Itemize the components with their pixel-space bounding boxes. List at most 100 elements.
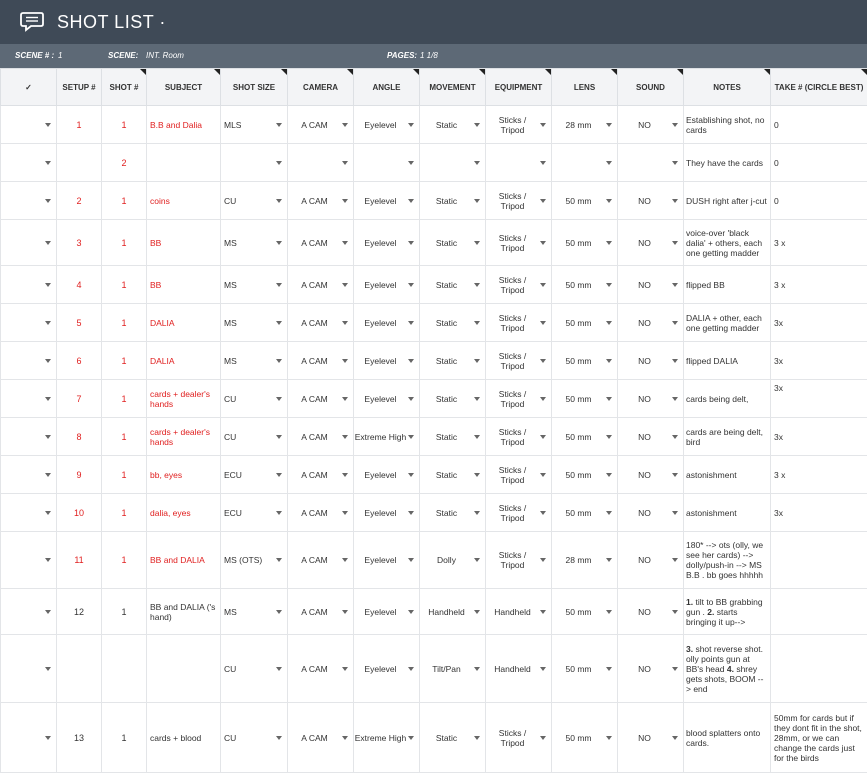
chevron-down-icon[interactable] bbox=[45, 735, 51, 740]
chevron-down-icon[interactable] bbox=[540, 558, 546, 562]
movement-dropdown[interactable]: Static bbox=[421, 432, 485, 442]
column-resize-marker-icon[interactable] bbox=[611, 69, 617, 75]
camera-dropdown[interactable]: A CAM bbox=[289, 664, 353, 674]
angle-dropdown[interactable]: Eyelevel bbox=[355, 508, 419, 518]
movement-cell[interactable]: Tilt/Pan bbox=[419, 634, 486, 703]
column-header-subject[interactable]: SUBJECT bbox=[146, 68, 221, 106]
equipment-dropdown[interactable]: Sticks / Tripod bbox=[487, 465, 551, 485]
movement-cell[interactable]: Static bbox=[419, 265, 486, 304]
camera-dropdown[interactable]: A CAM bbox=[289, 238, 353, 248]
equipment-dropdown[interactable]: Sticks / Tripod bbox=[487, 550, 551, 570]
shot-cell[interactable]: 2 bbox=[101, 143, 147, 182]
camera-dropdown[interactable]: A CAM bbox=[289, 356, 353, 366]
column-header-notes[interactable]: NOTES bbox=[683, 68, 771, 106]
chevron-down-icon[interactable] bbox=[606, 558, 612, 562]
angle-cell[interactable]: Eyelevel bbox=[353, 265, 420, 304]
lens-dropdown[interactable]: 50 mm bbox=[553, 238, 617, 248]
chevron-down-icon[interactable] bbox=[540, 434, 546, 439]
notes-cell[interactable]: 1. tilt to BB grabbing gun . 2. starts b… bbox=[683, 588, 771, 635]
angle-dropdown[interactable]: Eyelevel bbox=[355, 238, 419, 248]
subject-cell[interactable]: DALIA bbox=[146, 303, 221, 342]
angle-cell[interactable]: Eyelevel bbox=[353, 219, 420, 266]
lens-cell[interactable]: 28 mm bbox=[551, 531, 618, 589]
chevron-down-icon[interactable] bbox=[672, 558, 678, 562]
chevron-down-icon[interactable] bbox=[45, 434, 51, 439]
chevron-down-icon[interactable] bbox=[276, 666, 282, 671]
notes-cell[interactable]: cards being delt, bbox=[683, 379, 771, 418]
lens-dropdown[interactable]: 50 mm bbox=[553, 280, 617, 290]
lens-dropdown[interactable]: 50 mm bbox=[553, 318, 617, 328]
shot-size-cell[interactable]: CU bbox=[220, 379, 288, 418]
take-cell[interactable] bbox=[770, 634, 867, 703]
movement-cell[interactable]: Static bbox=[419, 417, 486, 456]
camera-dropdown[interactable]: A CAM bbox=[289, 196, 353, 206]
chevron-down-icon[interactable] bbox=[474, 396, 480, 401]
setup-cell[interactable]: 10 bbox=[56, 493, 102, 532]
sound-dropdown[interactable]: NO bbox=[619, 280, 683, 290]
camera-cell[interactable]: A CAM bbox=[287, 219, 354, 266]
chevron-down-icon[interactable] bbox=[672, 198, 678, 203]
shot-size-cell[interactable]: MS bbox=[220, 303, 288, 342]
check-cell[interactable] bbox=[0, 531, 57, 589]
movement-cell[interactable]: Static bbox=[419, 493, 486, 532]
lens-cell[interactable]: 50 mm bbox=[551, 702, 618, 773]
setup-cell[interactable]: 13 bbox=[56, 702, 102, 773]
chevron-down-icon[interactable] bbox=[45, 198, 51, 203]
shot-size-dropdown[interactable]: MS bbox=[222, 356, 287, 366]
subject-cell[interactable]: bb, eyes bbox=[146, 455, 221, 494]
chevron-down-icon[interactable] bbox=[408, 282, 414, 287]
movement-dropdown[interactable]: Dolly bbox=[421, 555, 485, 565]
chevron-down-icon[interactable] bbox=[672, 396, 678, 401]
shot-cell[interactable]: 1 bbox=[101, 531, 147, 589]
equipment-cell[interactable]: Handheld bbox=[485, 588, 552, 635]
chevron-down-icon[interactable] bbox=[606, 510, 612, 515]
column-header-shot[interactable]: SHOT # bbox=[101, 68, 147, 106]
shot-cell[interactable]: 1 bbox=[101, 341, 147, 380]
column-header-shot-size[interactable]: SHOT SIZE bbox=[220, 68, 288, 106]
chevron-down-icon[interactable] bbox=[672, 282, 678, 287]
lens-cell[interactable]: 50 mm bbox=[551, 417, 618, 456]
take-cell[interactable]: 3x bbox=[770, 379, 867, 418]
shot-size-dropdown[interactable]: CU bbox=[222, 432, 287, 442]
shot-size-cell[interactable]: MLS bbox=[220, 105, 288, 144]
chevron-down-icon[interactable] bbox=[672, 666, 678, 671]
angle-cell[interactable]: Eyelevel bbox=[353, 634, 420, 703]
check-cell[interactable] bbox=[0, 143, 57, 182]
chevron-down-icon[interactable] bbox=[276, 198, 282, 203]
chevron-down-icon[interactable] bbox=[606, 666, 612, 671]
column-resize-marker-icon[interactable] bbox=[281, 69, 287, 75]
column-header-camera[interactable]: CAMERA bbox=[287, 68, 354, 106]
sound-dropdown[interactable]: NO bbox=[619, 356, 683, 366]
angle-cell[interactable]: Eyelevel bbox=[353, 531, 420, 589]
shot-size-dropdown[interactable]: MS bbox=[222, 607, 287, 617]
chevron-down-icon[interactable] bbox=[342, 434, 348, 439]
sound-cell[interactable]: NO bbox=[617, 265, 684, 304]
lens-dropdown[interactable]: 50 mm bbox=[553, 664, 617, 674]
check-cell[interactable] bbox=[0, 105, 57, 144]
take-cell[interactable]: 3x bbox=[770, 303, 867, 342]
chevron-down-icon[interactable] bbox=[408, 434, 414, 439]
chevron-down-icon[interactable] bbox=[408, 160, 414, 165]
check-cell[interactable] bbox=[0, 379, 57, 418]
lens-cell[interactable]: 50 mm bbox=[551, 634, 618, 703]
sound-cell[interactable]: NO bbox=[617, 105, 684, 144]
camera-cell[interactable]: A CAM bbox=[287, 634, 354, 703]
chevron-down-icon[interactable] bbox=[408, 358, 414, 363]
chevron-down-icon[interactable] bbox=[474, 609, 480, 614]
subject-cell[interactable]: BB and DALIA ('s hand) bbox=[146, 588, 221, 635]
movement-dropdown[interactable]: Static bbox=[421, 120, 485, 130]
chevron-down-icon[interactable] bbox=[474, 160, 480, 165]
angle-dropdown[interactable]: Eyelevel bbox=[355, 394, 419, 404]
chevron-down-icon[interactable] bbox=[342, 558, 348, 562]
column-resize-marker-icon[interactable] bbox=[140, 69, 146, 75]
column-resize-marker-icon[interactable] bbox=[214, 69, 220, 75]
sound-dropdown[interactable]: NO bbox=[619, 664, 683, 674]
column-header-check[interactable]: ✓ bbox=[0, 68, 57, 106]
movement-dropdown[interactable]: Tilt/Pan bbox=[421, 664, 485, 674]
sound-cell[interactable]: NO bbox=[617, 634, 684, 703]
equipment-dropdown[interactable]: Sticks / Tripod bbox=[487, 351, 551, 371]
shot-size-dropdown[interactable]: ECU bbox=[222, 470, 287, 480]
camera-cell[interactable]: A CAM bbox=[287, 303, 354, 342]
setup-cell[interactable]: 2 bbox=[56, 181, 102, 220]
movement-dropdown[interactable]: Static bbox=[421, 280, 485, 290]
